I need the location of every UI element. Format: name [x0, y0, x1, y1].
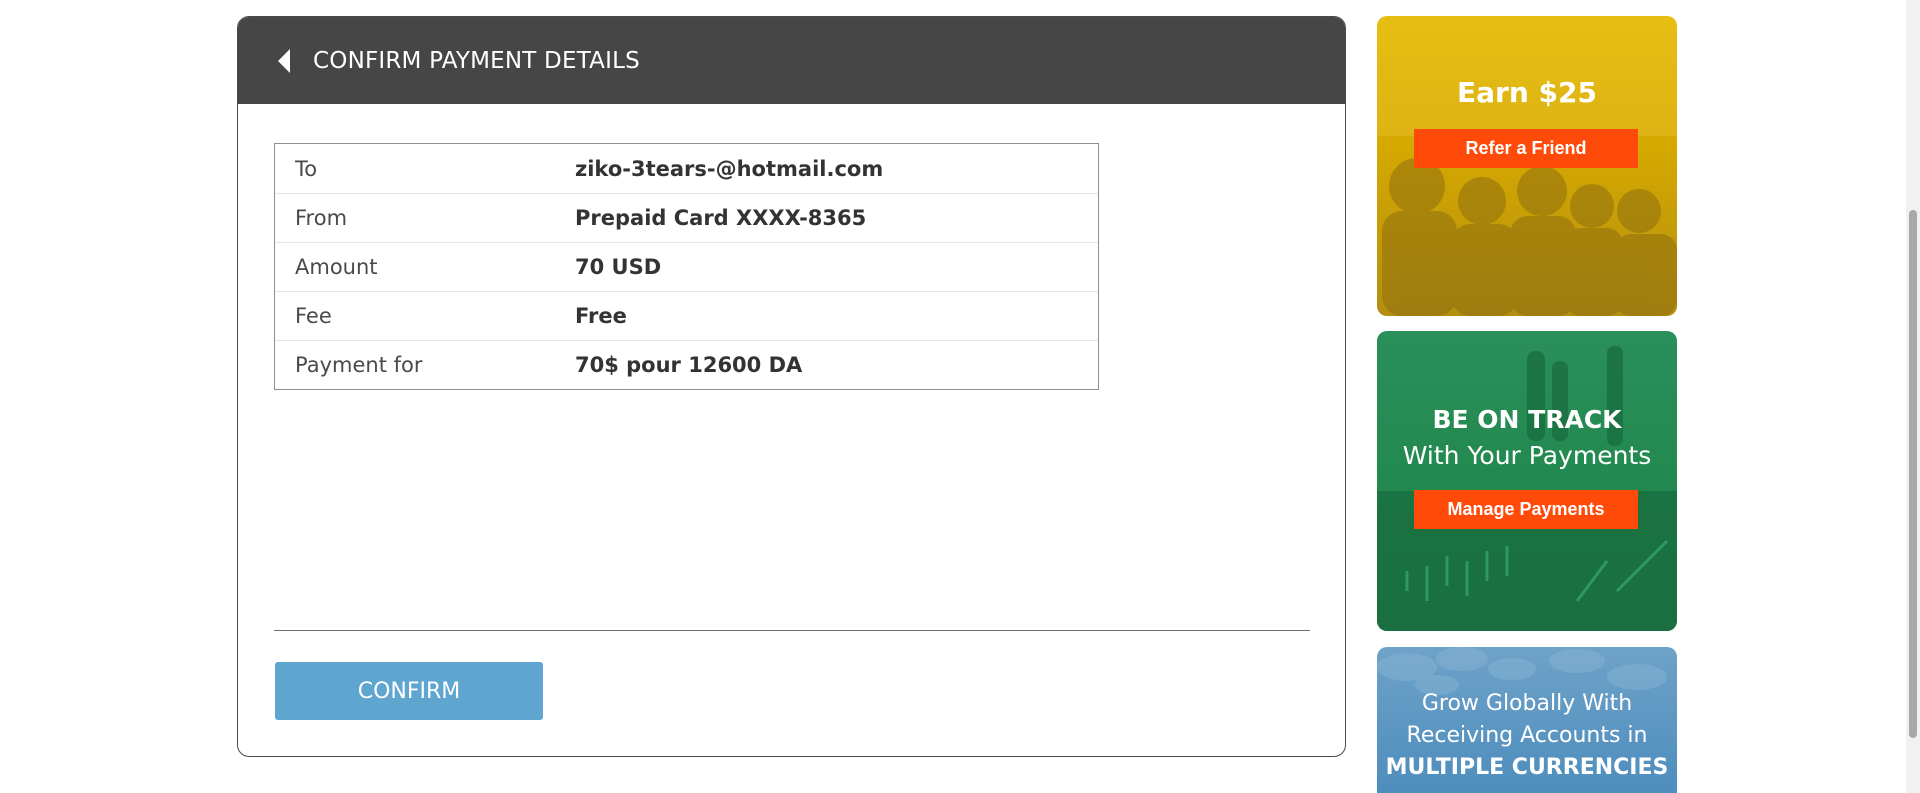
- detail-value: 70 USD: [575, 255, 662, 279]
- scrollbar[interactable]: [1906, 0, 1920, 793]
- confirm-payment-panel: CONFIRM PAYMENT DETAILS To ziko-3tears-@…: [237, 16, 1346, 757]
- page-title: CONFIRM PAYMENT DETAILS: [313, 47, 640, 74]
- detail-label: Fee: [295, 304, 332, 328]
- detail-label: From: [295, 206, 348, 230]
- refer-friend-button[interactable]: Refer a Friend: [1414, 129, 1638, 168]
- promo-headline: MULTIPLE CURRENCIES: [1385, 755, 1669, 780]
- finance-chart-photo-icon: [1377, 346, 1677, 631]
- manage-payments-promo[interactable]: BE ON TRACK With Your Payments Manage Pa…: [1377, 331, 1677, 631]
- detail-label: To: [295, 156, 318, 181]
- promo-line: Grow Globally With: [1421, 691, 1633, 716]
- refer-friend-promo[interactable]: Earn $25 Refer a Friend: [1377, 16, 1677, 316]
- detail-value: 70$ pour 12600 DA: [575, 353, 803, 377]
- multiple-currencies-promo[interactable]: Grow Globally With Receiving Accounts in…: [1377, 647, 1677, 793]
- promo-headline: Earn $25: [1457, 76, 1597, 109]
- divider: [274, 630, 1310, 631]
- detail-row-payment-for: Payment for 70$ pour 12600 DA: [275, 340, 1098, 389]
- detail-value: Free: [575, 304, 627, 328]
- detail-row-fee: Fee Free: [275, 291, 1098, 340]
- manage-payments-button[interactable]: Manage Payments: [1414, 490, 1638, 529]
- payment-details-table: To ziko-3tears-@hotmail.com From Prepaid…: [274, 143, 1099, 390]
- detail-value: Prepaid Card XXXX-8365: [575, 206, 867, 230]
- detail-value: ziko-3tears-@hotmail.com: [575, 156, 884, 181]
- detail-row-to: To ziko-3tears-@hotmail.com: [275, 144, 1098, 193]
- promo-headline: BE ON TRACK: [1432, 405, 1622, 434]
- confirm-button[interactable]: CONFIRM: [275, 662, 543, 720]
- detail-row-amount: Amount 70 USD: [275, 242, 1098, 291]
- detail-label: Payment for: [295, 353, 423, 377]
- scrollbar-thumb[interactable]: [1909, 210, 1917, 738]
- detail-row-from: From Prepaid Card XXXX-8365: [275, 193, 1098, 242]
- panel-header: CONFIRM PAYMENT DETAILS: [238, 17, 1345, 104]
- promo-line: Receiving Accounts in: [1406, 723, 1648, 748]
- promo-subhead: With Your Payments: [1402, 441, 1652, 470]
- chevron-left-icon[interactable]: [278, 48, 290, 73]
- detail-label: Amount: [295, 255, 378, 279]
